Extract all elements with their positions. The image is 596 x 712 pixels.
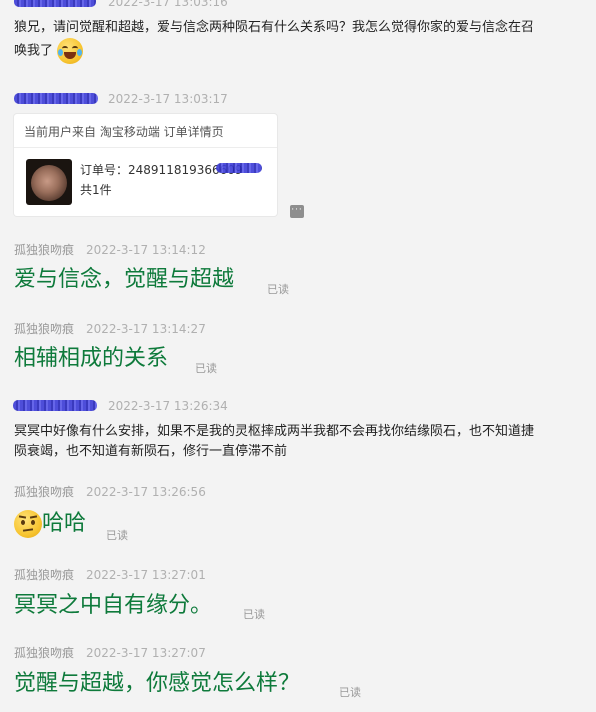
redacted-username: [14, 0, 96, 7]
message-meta: 2022-3-17 13:03:17: [108, 92, 228, 106]
message-timestamp: 2022-3-17 13:14:12: [86, 243, 206, 257]
message-text: 爱与信念，觉醒与超越: [14, 267, 235, 292]
message-text: 冥冥之中自有缘分。: [14, 593, 213, 618]
message-text: 觉醒与超越，你感觉怎么样？: [14, 671, 301, 696]
sender-name: 孤独狼吻痕: [14, 485, 75, 499]
read-status: 已读: [243, 608, 265, 621]
item-count: 共1件: [80, 183, 112, 197]
order-number-label: 订单号：: [80, 163, 129, 177]
read-status: 已读: [106, 529, 128, 542]
message-text: 狼兄，请问觉醒和超越，爱与信念两种陨石有什么关系吗？我怎么觉得你家的爱与信念在召…: [14, 18, 584, 64]
read-status: 已读: [339, 686, 361, 699]
message-text-line: 狼兄，请问觉醒和超越，爱与信念两种陨石有什么关系吗？我怎么觉得你家的爱与信念在召: [14, 20, 535, 35]
message-timestamp: 2022-3-17 13:26:56: [86, 485, 206, 499]
redacted-username: [14, 93, 98, 104]
message-timestamp: 2022-3-17 13:27:07: [86, 646, 206, 660]
message-text: 冥冥中好像有什么安排，如果不是我的灵枢摔成两半我都不会再找你结缘陨石，也不知道捷…: [14, 422, 584, 462]
divider: [14, 147, 277, 148]
message-timestamp: 2022-3-17 13:03:17: [108, 92, 228, 106]
more-icon[interactable]: ···: [290, 205, 304, 218]
sender-name: 孤独狼吻痕: [14, 243, 75, 257]
redacted-username: [13, 400, 97, 411]
message-meta: 孤独狼吻痕 2022-3-17 13:27:07: [14, 644, 206, 661]
message-text-line: 唤我了: [14, 43, 54, 59]
message-meta: 2022-3-17 13:26:34: [108, 399, 228, 413]
redacted-order-digits: [216, 163, 262, 173]
order-card[interactable]: 当前用户来自 淘宝移动端 订单详情页 订单号：248911819366609 共…: [14, 114, 277, 216]
message-timestamp: 2022-3-17 13:14:27: [86, 322, 206, 336]
doubt-face-icon: [14, 510, 42, 538]
message-timestamp: 2022-3-17 13:03:16: [108, 0, 228, 9]
message-text-line: 冥冥中好像有什么安排，如果不是我的灵枢摔成两半我都不会再找你结缘陨石，也不知道捷: [14, 424, 535, 439]
read-status: 已读: [195, 362, 217, 375]
message-text-line: 陨衰竭，也不知道有新陨石，修行一直停滞不前: [14, 444, 288, 459]
message-meta: 孤独狼吻痕 2022-3-17 13:14:27: [14, 320, 206, 337]
message-meta: 2022-3-17 13:03:16: [108, 0, 228, 9]
message-meta: 孤独狼吻痕 2022-3-17 13:27:01: [14, 566, 206, 583]
read-status: 已读: [267, 283, 289, 296]
order-card-header: 当前用户来自 淘宝移动端 订单详情页: [24, 125, 224, 139]
message-text: 相辅相成的关系: [14, 346, 169, 371]
message-timestamp: 2022-3-17 13:26:34: [108, 399, 228, 413]
sender-name: 孤独狼吻痕: [14, 568, 75, 582]
sender-name: 孤独狼吻痕: [14, 646, 75, 660]
message-text-content: 哈哈: [42, 511, 87, 536]
laughing-tears-icon: [57, 38, 84, 64]
message-timestamp: 2022-3-17 13:27:01: [86, 568, 206, 582]
message-meta: 孤独狼吻痕 2022-3-17 13:14:12: [14, 241, 206, 258]
product-thumbnail[interactable]: [26, 159, 72, 205]
message-meta: 孤独狼吻痕 2022-3-17 13:26:56: [14, 483, 206, 500]
message-text: 哈哈: [14, 510, 86, 538]
sender-name: 孤独狼吻痕: [14, 322, 75, 336]
